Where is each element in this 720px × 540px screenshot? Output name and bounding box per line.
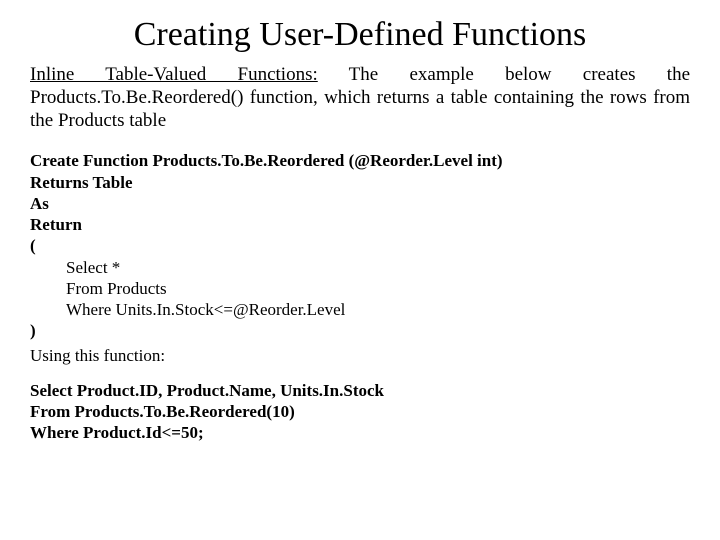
code-line: ( bbox=[30, 235, 690, 256]
code-line: Returns Table bbox=[30, 172, 690, 193]
code-line: Select * bbox=[30, 257, 690, 278]
query-line: Select Product.ID, Product.Name, Units.I… bbox=[30, 380, 690, 401]
slide: Creating User-Defined Functions Inline T… bbox=[0, 0, 720, 453]
query-line: From Products.To.Be.Reordered(10) bbox=[30, 401, 690, 422]
usage-query: Select Product.ID, Product.Name, Units.I… bbox=[30, 380, 690, 444]
using-label: Using this function: bbox=[30, 346, 690, 366]
slide-title: Creating User-Defined Functions bbox=[30, 16, 690, 54]
code-line: Return bbox=[30, 214, 690, 235]
code-line: Create Function Products.To.Be.Reordered… bbox=[30, 150, 690, 171]
code-line: ) bbox=[30, 320, 690, 341]
code-line: Where Units.In.Stock<=@Reorder.Level bbox=[30, 299, 690, 320]
code-line: As bbox=[30, 193, 690, 214]
code-line: From Products bbox=[30, 278, 690, 299]
intro-paragraph: Inline Table-Valued Functions: The examp… bbox=[30, 64, 690, 132]
function-definition: Create Function Products.To.Be.Reordered… bbox=[30, 150, 690, 341]
intro-heading: Inline Table-Valued Functions: bbox=[30, 64, 318, 85]
query-line: Where Product.Id<=50; bbox=[30, 422, 690, 443]
